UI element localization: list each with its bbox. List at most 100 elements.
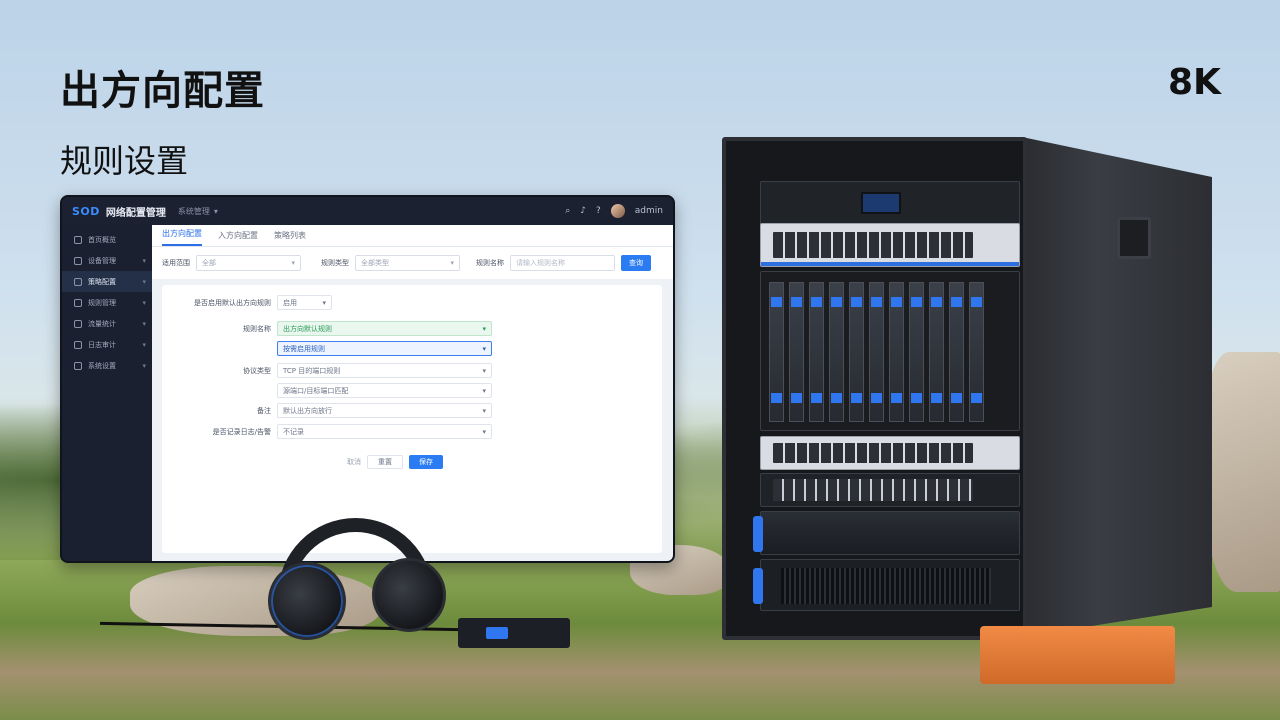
tab-policy-list[interactable]: 策略列表 [274, 230, 306, 246]
form-row-remark: 备注 默认出方向放行 ▾ [172, 403, 492, 418]
blue-ear-handle [753, 568, 763, 604]
page-subtitle: 规则设置 [60, 142, 189, 180]
chevron-down-icon[interactable]: ▾ [214, 207, 218, 216]
sidebar-item-overview[interactable]: 首页概览 [62, 229, 152, 250]
headphone-cup-left [268, 562, 346, 640]
line-card [869, 282, 884, 422]
chevron-down-icon: ▾ [450, 259, 454, 267]
storage-unit [753, 559, 1020, 611]
main-content: 出方向配置 入方向配置 策略列表 适用范围 全部 ▾ 规则类型 全部类型 ▾ 规则名… [152, 225, 673, 561]
chevron-down-icon: ▾ [482, 324, 486, 333]
save-button[interactable]: 保存 [409, 455, 443, 469]
enable-select[interactable]: 启用 ▾ [277, 295, 332, 310]
protocol-select[interactable]: TCP 目的端口规则 ▾ [277, 363, 492, 378]
chevron-down-icon: ▾ [291, 259, 295, 267]
line-card [809, 282, 824, 422]
line-card [889, 282, 904, 422]
remark-input[interactable]: 默认出方向放行 ▾ [277, 403, 492, 418]
chevron-down-icon: ▾ [142, 298, 146, 307]
log-icon [74, 340, 82, 349]
avatar[interactable] [610, 204, 625, 218]
rule-form-panel: 是否启用默认出方向规则 启用 ▾ 规则名称 出方向默认规则 ▾ 按需启用规则 ▾ 协议… [162, 285, 662, 553]
keyword-input[interactable]: 请输入规则名称 [510, 255, 615, 271]
rule-name-select[interactable]: 出方向默认规则 ▾ [277, 321, 492, 336]
tab-bar: 出方向配置 入方向配置 策略列表 [152, 225, 673, 247]
app-logo: SOD [72, 204, 100, 218]
form-row-protocol: 协议类型 TCP 目的端口规则 ▾ [172, 363, 492, 378]
sidebar-item-devices[interactable]: 设备管理 ▾ [62, 250, 152, 271]
app-title: 网络配置管理 [105, 207, 166, 219]
tab-outbound[interactable]: 出方向配置 [162, 228, 202, 246]
tab-inbound[interactable]: 入方向配置 [218, 230, 258, 246]
server-rack [722, 137, 1212, 642]
rock [1205, 352, 1280, 592]
logging-select[interactable]: 不记录 ▾ [277, 424, 492, 439]
line-card [789, 282, 804, 422]
resolution-badge: 8K [1168, 62, 1221, 103]
rack-side-panel [1022, 137, 1212, 637]
form-row-protocol-2: 源端口/目标端口匹配 ▾ [172, 383, 492, 398]
rules-icon [74, 298, 82, 307]
chart-icon [74, 319, 82, 328]
port-array [773, 443, 973, 463]
chevron-down-icon: ▾ [142, 319, 146, 328]
sidebar-item-logs[interactable]: 日志审计 ▾ [62, 334, 152, 355]
help-icon[interactable]: ? [596, 206, 601, 216]
filter-bar: 适用范围 全部 ▾ 规则类型 全部类型 ▾ 规则名称 请输入规则名称 查询 [152, 247, 673, 279]
form-row-name-2: 按需启用规则 ▾ [172, 341, 492, 356]
home-icon [74, 235, 82, 244]
form-row-enable: 是否启用默认出方向规则 启用 ▾ [172, 295, 332, 310]
page-title: 出方向配置 [60, 68, 265, 114]
port-array [773, 479, 973, 501]
monitor: SOD 网络配置管理 系统管理 ▾ ⌕ ♪ ? admin 首页概览 设备管理 ▾… [60, 195, 675, 563]
chevron-down-icon: ▾ [142, 361, 146, 370]
port-match-select[interactable]: 源端口/目标端口匹配 ▾ [277, 383, 492, 398]
keyword-label: 规则名称 [476, 259, 504, 267]
sidebar-item-policy[interactable]: 策略配置 ▾ [62, 271, 152, 292]
rack-handle [1117, 217, 1151, 259]
dac-button [486, 627, 508, 639]
rack-controller-unit [760, 181, 1020, 229]
search-icon[interactable]: ⌕ [565, 206, 570, 216]
chevron-down-icon: ▾ [482, 386, 486, 395]
chevron-down-icon: ▾ [482, 366, 486, 375]
line-card [949, 282, 964, 422]
line-card [769, 282, 784, 422]
module-switcher[interactable]: 系统管理 [178, 206, 210, 217]
user-menu[interactable]: admin [635, 206, 663, 216]
chevron-down-icon: ▾ [322, 298, 326, 307]
chevron-down-icon: ▾ [482, 406, 486, 415]
cancel-link[interactable]: 取消 [347, 457, 361, 467]
sidebar-item-settings[interactable]: 系统设置 ▾ [62, 355, 152, 376]
bell-icon[interactable]: ♪ [580, 206, 586, 216]
line-card [969, 282, 984, 422]
form-actions: 取消 重置 保存 [347, 455, 443, 469]
search-button[interactable]: 查询 [621, 255, 651, 271]
blade-chassis [760, 271, 1020, 431]
rule-mode-select[interactable]: 按需启用规则 ▾ [277, 341, 492, 356]
form-row-name: 规则名称 出方向默认规则 ▾ [172, 321, 492, 336]
gear-icon [74, 361, 82, 370]
patch-panel-unit [760, 436, 1020, 470]
switch-unit [760, 223, 1020, 267]
chevron-down-icon: ▾ [142, 256, 146, 265]
rule-type-select[interactable]: 全部类型 ▾ [355, 255, 460, 271]
topbar-actions: ⌕ ♪ ? admin [565, 204, 663, 218]
rule-form: 是否启用默认出方向规则 启用 ▾ 规则名称 出方向默认规则 ▾ 按需启用规则 ▾ 协议… [172, 295, 494, 515]
sidebar-item-rules[interactable]: 规则管理 ▾ [62, 292, 152, 313]
sidebar-item-traffic[interactable]: 流量统计 ▾ [62, 313, 152, 334]
port-array [773, 232, 973, 258]
chevron-down-icon: ▾ [482, 427, 486, 436]
access-switch-unit [760, 473, 1020, 507]
server-unit [753, 511, 1020, 555]
policy-icon [74, 277, 82, 286]
chevron-down-icon: ▾ [142, 340, 146, 349]
scope-label: 适用范围 [162, 259, 190, 267]
reset-button[interactable]: 重置 [367, 455, 403, 469]
lcd-display [861, 192, 901, 214]
scope-select[interactable]: 全部 ▾ [196, 255, 301, 271]
app-topbar: SOD 网络配置管理 系统管理 ▾ ⌕ ♪ ? admin [62, 197, 673, 225]
orange-device [980, 626, 1175, 684]
line-card [929, 282, 944, 422]
rack-front [722, 137, 1027, 640]
